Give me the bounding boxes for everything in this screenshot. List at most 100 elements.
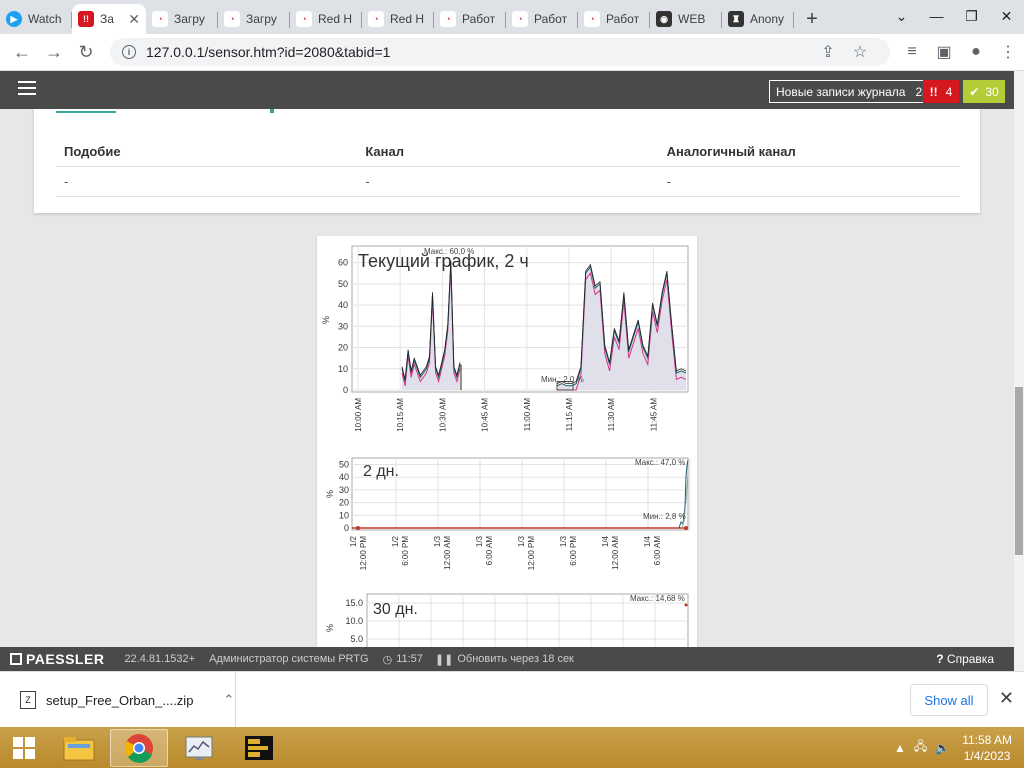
refresh-text[interactable]: Обновить через 18 сек <box>457 653 574 665</box>
browser-tab[interactable]: ▶ Watch <box>0 4 72 34</box>
card-title-fragment-2 <box>270 109 274 113</box>
browser-toolbar: ← → ↻ i 127.0.0.1/sensor.htm?id=2080&tab… <box>0 34 1024 71</box>
graph-30d-ylabel: % <box>325 624 335 632</box>
browser-tab[interactable]: ◔ Загру <box>218 4 290 34</box>
new-tab-button[interactable]: + <box>794 4 830 34</box>
windows-taskbar: ▲ 🖧 🔈 11:58 AM 1/4/2023 <box>0 727 1024 768</box>
journal-button[interactable]: Новые записи журнала 28 <box>769 80 936 103</box>
graph-2d-ylabel: % <box>325 490 335 498</box>
browser-tab[interactable]: ◔ Работ <box>506 4 578 34</box>
graphs-svg[interactable]: Текущий график, 2 ч Макс.: 60,0 % Мин.: … <box>317 236 697 647</box>
app-grid-icon[interactable] <box>230 729 288 767</box>
x-tick-label: 11:15 AM <box>565 398 574 432</box>
maximize-icon[interactable]: ❐ <box>954 0 989 32</box>
tray-expand-icon[interactable]: ▲ <box>894 741 906 755</box>
version-text: 22.4.81.1532+ <box>124 653 196 665</box>
network-icon[interactable]: 🖧 <box>914 737 927 758</box>
browser-tab[interactable]: ◔ Работ <box>578 4 650 34</box>
y-tick-label: 10 <box>338 364 348 374</box>
x-tick-label: 12:00 PM <box>359 536 368 571</box>
x-tick-label: 10:45 AM <box>481 398 490 432</box>
gauge-icon: ◔ <box>296 11 312 27</box>
paessler-brand: PAESSLER <box>26 651 105 667</box>
file-explorer-icon[interactable] <box>50 729 108 767</box>
y-tick-label: 40 <box>338 300 348 310</box>
bookmark-star-icon[interactable]: ☆ <box>844 42 876 62</box>
close-download-bar-icon[interactable]: ✕ <box>999 688 1014 709</box>
side-panel-icon[interactable]: ▣ <box>928 42 960 62</box>
x-tick-label: 10:30 AM <box>438 398 447 432</box>
menu-kebab-icon[interactable]: ⋮ <box>992 42 1024 62</box>
volume-icon[interactable]: 🔈 <box>935 741 950 755</box>
paessler-logo[interactable]: PAESSLER <box>10 651 104 667</box>
x-tick-label: 1/3 <box>475 535 484 547</box>
journal-label: Новые записи журнала <box>776 84 906 99</box>
share-icon[interactable]: ⇪ <box>812 42 844 62</box>
browser-tab[interactable]: ◔ Загру <box>146 4 218 34</box>
site-info-icon[interactable]: i <box>122 45 136 59</box>
close-tab-icon[interactable]: ✕ <box>128 11 140 28</box>
chevron-up-icon[interactable]: ⌃ <box>223 692 234 708</box>
x-tick-label: 6:00 PM <box>569 536 578 566</box>
check-icon: ✔ <box>969 84 980 99</box>
graph-30d[interactable]: 30 дн. Макс.: 14,68 % % 5.0 10.0 15.0 <box>325 593 689 647</box>
start-button[interactable] <box>0 727 48 768</box>
browser-tab-title: Работ <box>606 12 640 26</box>
browser-tab[interactable]: ◔ Red H <box>290 4 362 34</box>
graph-2h[interactable]: Текущий график, 2 ч Макс.: 60,0 % Мин.: … <box>321 245 689 432</box>
x-tick-label: 6:00 PM <box>401 536 410 566</box>
browser-tab-title: За <box>100 12 114 26</box>
back-icon[interactable]: ← <box>6 36 38 68</box>
scrollbar-thumb[interactable] <box>1015 387 1023 555</box>
x-tick-label: 1/3 <box>433 535 442 547</box>
clock-icon: ◷ <box>382 653 393 666</box>
help-icon: ? <box>936 652 944 666</box>
card-title-fragment <box>56 109 116 113</box>
forward-icon[interactable]: → <box>38 36 70 68</box>
browser-tab[interactable]: ♜ Anony <box>722 4 794 34</box>
browser-tab[interactable]: ◔ Red H <box>362 4 434 34</box>
graph-2d[interactable]: 2 дн. Макс.: 47,0 % Мин.: 2,8 % % 0 10 20 3… <box>325 457 691 571</box>
page-scrollbar[interactable] <box>1014 71 1024 671</box>
browser-tab-title: Загру <box>246 12 277 26</box>
monitor-app-icon[interactable] <box>170 729 228 767</box>
x-tick-label: 11:45 AM <box>649 398 658 432</box>
x-tick-label: 6:00 AM <box>485 536 494 566</box>
download-filename: setup_Free_Orban_....zip <box>46 692 194 708</box>
system-tray: ▲ 🖧 🔈 11:58 AM 1/4/2023 <box>890 727 1024 768</box>
x-tick-label: 10:15 AM <box>396 398 405 432</box>
ok-badge[interactable]: ✔ 30 <box>963 80 1005 103</box>
y-tick-label: 60 <box>338 258 348 268</box>
hamburger-menu-icon[interactable] <box>18 81 36 95</box>
help-link[interactable]: ? Справка <box>936 652 994 666</box>
reload-icon[interactable]: ↻ <box>70 36 102 68</box>
minimize-icon[interactable]: — <box>919 0 954 32</box>
browser-tab[interactable]: !! За ✕ <box>72 4 146 34</box>
user-text[interactable]: Администратор системы PRTG <box>209 653 368 665</box>
browser-tab-title: Watch <box>28 12 62 26</box>
show-all-button[interactable]: Show all <box>910 684 988 716</box>
x-tick-label: 11:30 AM <box>607 398 616 432</box>
address-bar[interactable]: i 127.0.0.1/sensor.htm?id=2080&tabid=1 <box>110 38 890 66</box>
profile-avatar-icon[interactable]: ● <box>960 43 992 61</box>
graph-2d-max-label: Макс.: 47,0 % <box>635 458 685 467</box>
tab-search-icon[interactable]: ⌄ <box>884 0 919 32</box>
x-tick-label: 1/4 <box>601 535 610 547</box>
url-text: 127.0.0.1/sensor.htm?id=2080&tabid=1 <box>146 44 391 60</box>
media-queue-icon[interactable]: ≡ <box>896 43 928 61</box>
browser-tab[interactable]: ◔ Работ <box>434 4 506 34</box>
close-window-icon[interactable]: ✕ <box>989 0 1024 32</box>
download-item[interactable]: Z setup_Free_Orban_....zip ⌃ <box>0 672 236 728</box>
x-tick-label: 12:00 PM <box>527 536 536 571</box>
channel-card: Подобие Канал Аналогичный канал - - - <box>34 109 980 213</box>
help-label: Справка <box>946 652 994 666</box>
browser-tab[interactable]: ◉ WEB <box>650 4 722 34</box>
taskbar-clock[interactable]: 11:58 AM 1/4/2023 <box>962 732 1012 764</box>
table-header-row: Подобие Канал Аналогичный канал <box>56 137 960 167</box>
column-header: Аналогичный канал <box>666 144 796 159</box>
pause-icon[interactable]: ❚❚ <box>435 653 453 666</box>
alarm-icon: !! <box>929 84 938 99</box>
graphs-panel: Текущий график, 2 ч Макс.: 60,0 % Мин.: … <box>317 236 697 647</box>
chrome-icon[interactable] <box>110 728 168 767</box>
alarm-badge[interactable]: !! 4 <box>923 80 959 103</box>
